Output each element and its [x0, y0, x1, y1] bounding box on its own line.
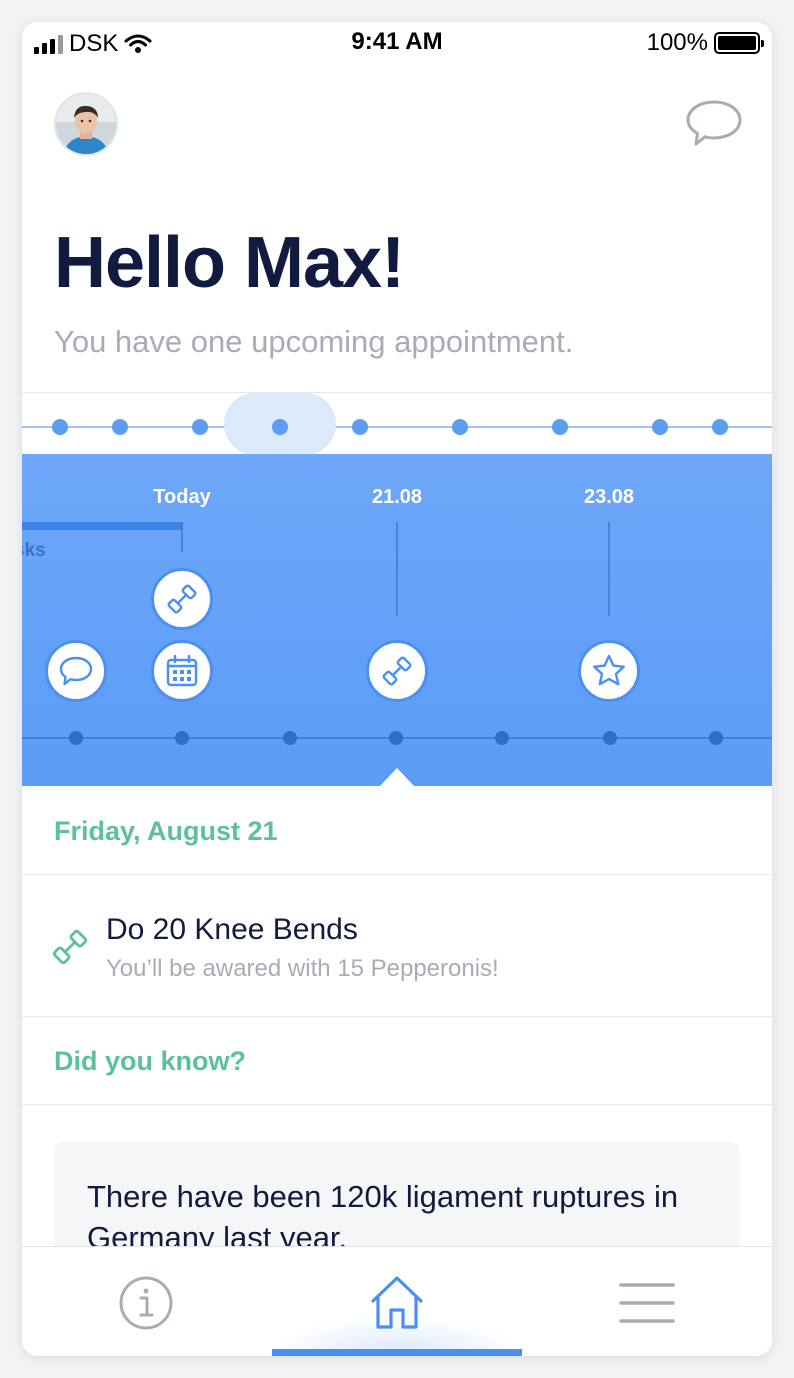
date-label-23-08: 23.08: [583, 486, 635, 508]
event-exercise-button[interactable]: [366, 640, 428, 702]
event-reward-button[interactable]: [578, 640, 640, 702]
date-marker-line: [181, 522, 183, 552]
timeline-day-dot[interactable]: [69, 731, 83, 745]
page-subtitle: You have one upcoming appointment.: [54, 324, 574, 359]
dumbbell-icon: [382, 656, 412, 686]
divider: [22, 1104, 772, 1105]
did-you-know-heading: Did you know?: [54, 1046, 246, 1076]
event-appointment-button[interactable]: [151, 640, 213, 702]
date-marker-line: [608, 522, 610, 616]
tab-info[interactable]: [114, 1271, 178, 1335]
active-tab-indicator: [272, 1349, 522, 1356]
chat-button[interactable]: [684, 98, 744, 150]
scrubber-dot[interactable]: [652, 419, 668, 435]
day-heading: Friday, August 21: [54, 816, 278, 846]
timeline-scrubber[interactable]: [22, 392, 772, 455]
avatar[interactable]: [54, 92, 118, 156]
info-icon: [119, 1276, 173, 1330]
timeline-panel[interactable]: sks Today 21.08 23.08: [22, 454, 772, 786]
date-label-today: Today: [153, 486, 211, 508]
event-message-button[interactable]: [45, 640, 107, 702]
task-reward-text: You’ll be awared with 15 Pepperonis!: [106, 955, 499, 982]
scrubber-dot[interactable]: [192, 419, 208, 435]
tab-menu[interactable]: [615, 1271, 679, 1335]
scrubber-dot[interactable]: [452, 419, 468, 435]
avatar-photo: [56, 94, 116, 154]
scrubber-dot[interactable]: [52, 419, 68, 435]
tasks-range-label: sks: [22, 540, 46, 561]
chat-bubble-icon: [686, 100, 742, 146]
battery-icon: [714, 32, 764, 54]
app-screen: DSK 9:41 AM 100% Hello Max! You have one…: [22, 22, 772, 1356]
event-exercise-button[interactable]: [151, 568, 213, 630]
home-icon: [371, 1276, 423, 1329]
tab-bar: [22, 1246, 772, 1356]
timeline-day-dot[interactable]: [495, 731, 509, 745]
scrubber-dot[interactable]: [352, 419, 368, 435]
calendar-icon: [166, 654, 198, 687]
timeline-day-dot[interactable]: [389, 731, 403, 745]
status-bar: DSK 9:41 AM 100%: [22, 22, 772, 62]
date-label-21-08: 21.08: [371, 486, 423, 508]
dumbbell-icon: [167, 584, 197, 614]
star-icon: [593, 654, 625, 686]
scrubber-dot[interactable]: [712, 419, 728, 435]
battery-percent: 100%: [646, 29, 708, 56]
page-title: Hello Max!: [54, 223, 405, 303]
selected-day-pointer: [379, 768, 415, 786]
date-marker-line: [396, 522, 398, 616]
scrubber-dot[interactable]: [112, 419, 128, 435]
tasks-range-bar: [22, 522, 182, 530]
timeline-day-dot[interactable]: [175, 731, 189, 745]
task-row[interactable]: Do 20 Knee Bends You’ll be awared with 1…: [22, 875, 772, 1017]
task-title: Do 20 Knee Bends: [106, 913, 358, 946]
timeline-day-dot[interactable]: [709, 731, 723, 745]
divider: [22, 1016, 772, 1017]
scrubber-dot[interactable]: [272, 419, 288, 435]
dumbbell-icon: [52, 929, 88, 965]
tab-home[interactable]: [365, 1271, 429, 1335]
menu-icon: [619, 1283, 675, 1323]
chat-bubble-icon: [59, 656, 93, 686]
timeline-day-dot[interactable]: [603, 731, 617, 745]
scrubber-dot[interactable]: [552, 419, 568, 435]
timeline-day-dot[interactable]: [283, 731, 297, 745]
